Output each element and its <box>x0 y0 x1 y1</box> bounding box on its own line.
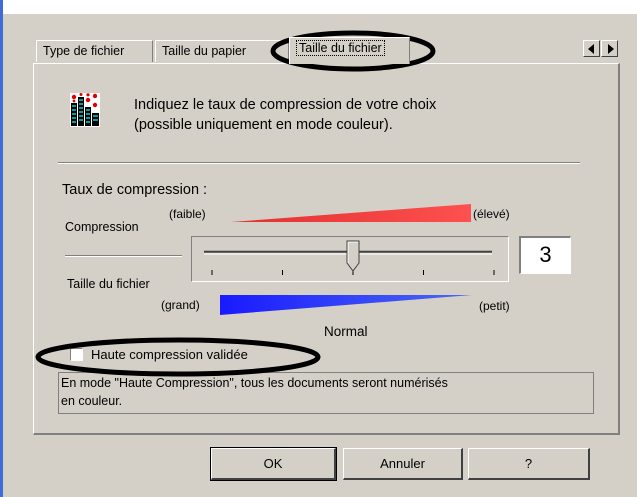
cancel-button[interactable]: Annuler <box>343 448 463 480</box>
compression-value-display: 3 <box>519 236 571 274</box>
tab-paper-size[interactable]: Taille du papier <box>155 40 289 62</box>
print-driver-dialog: Type de fichier Taille du papier Taille … <box>0 0 637 497</box>
tab-scroll-right-button[interactable] <box>601 40 618 57</box>
intro-line-1: Indiquez le taux de compression de votre… <box>134 97 437 113</box>
large-size-label: (grand) <box>161 298 200 312</box>
compression-label: Compression <box>65 220 139 234</box>
info-line-2: en couleur. <box>61 394 123 408</box>
arrow-left-icon <box>588 44 594 54</box>
intro-text: Indiquez le taux de compression de votre… <box>134 95 554 135</box>
small-size-label: (petit) <box>479 299 510 313</box>
help-button[interactable]: ? <box>468 448 590 480</box>
ok-button[interactable]: OK <box>210 447 337 481</box>
high-compression-checkbox-label[interactable]: Haute compression validée <box>91 347 248 362</box>
compression-rate-heading: Taux de compression : <box>62 182 208 198</box>
tab-scroll-left-button[interactable] <box>583 40 600 57</box>
intro-line-2: (possible uniquement en mode couleur). <box>134 117 393 133</box>
compression-gradient-wedge <box>231 204 471 222</box>
arrow-right-icon <box>608 44 614 54</box>
tab-file-size-label: Taille du fichier <box>296 40 385 56</box>
tab-file-type[interactable]: Type de fichier <box>36 40 153 62</box>
label-divider <box>65 255 182 257</box>
slider-thumb[interactable] <box>346 240 360 272</box>
mode-label: Normal <box>324 324 368 339</box>
high-compression-checkbox[interactable] <box>70 348 83 361</box>
tab-file-size[interactable]: Taille du fichier <box>289 37 410 64</box>
info-box: En mode "Haute Compression", tous les do… <box>58 372 594 414</box>
slider-track <box>204 240 495 275</box>
compression-bars-icon <box>70 93 100 127</box>
compression-slider[interactable] <box>191 236 509 282</box>
high-compression-label: (élevé) <box>473 207 510 221</box>
info-line-1: En mode "Haute Compression", tous les do… <box>61 376 448 390</box>
file-size-label: Taille du fichier <box>67 277 150 291</box>
file-size-gradient-wedge <box>220 295 472 315</box>
title-strip <box>3 0 637 14</box>
low-compression-label: (faible) <box>169 207 206 221</box>
separator <box>58 162 580 164</box>
